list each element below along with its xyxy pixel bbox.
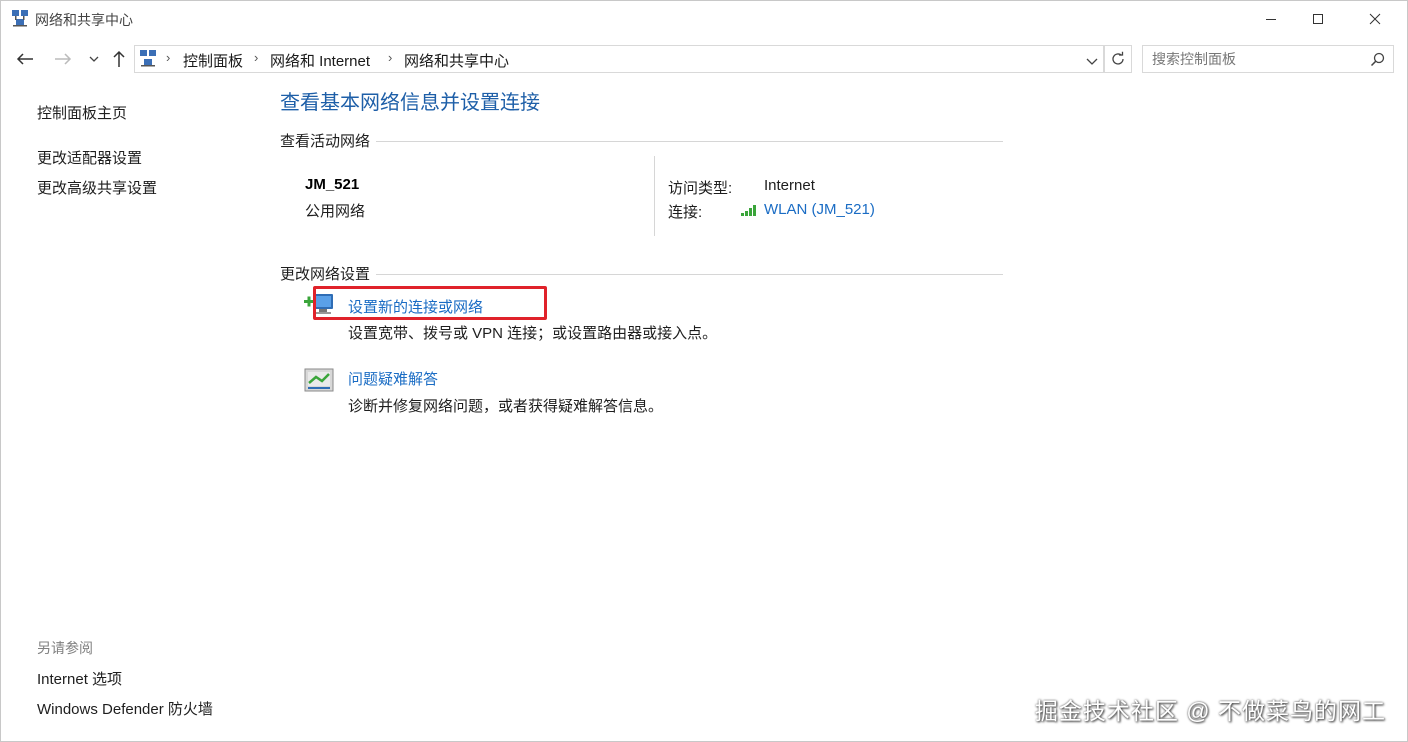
- search-icon[interactable]: [1370, 52, 1385, 67]
- vertical-divider: [654, 156, 655, 236]
- watermark-text: 掘金技术社区 @ 不做菜鸟的网工: [1034, 698, 1386, 724]
- breadcrumb-network-internet[interactable]: 网络和 Internet: [270, 50, 370, 71]
- up-button[interactable]: [108, 48, 130, 70]
- maximize-button[interactable]: [1295, 0, 1341, 38]
- task-setup-new-connection-desc: 设置宽带、拨号或 VPN 连接；或设置路由器或接入点。: [348, 325, 718, 342]
- task-troubleshoot-desc: 诊断并修复网络问题，或者获得疑难解答信息。: [348, 398, 664, 415]
- sidebar-change-advanced-sharing[interactable]: 更改高级共享设置: [37, 177, 157, 198]
- up-arrow-icon: [113, 50, 125, 67]
- connection-link[interactable]: WLAN (JM_521): [764, 201, 875, 218]
- highlight-annotation-box: [313, 286, 547, 320]
- window-frame: [0, 0, 1408, 742]
- close-icon: [1369, 13, 1381, 25]
- network-center-icon: [12, 10, 28, 27]
- address-dropdown-button[interactable]: [1086, 53, 1098, 71]
- access-type-label: 访问类型:: [668, 180, 733, 197]
- breadcrumb-network-sharing-center[interactable]: 网络和共享中心: [404, 50, 509, 71]
- access-type-value: Internet: [764, 177, 815, 194]
- control-panel-icon: [140, 50, 156, 67]
- troubleshoot-icon: [304, 368, 334, 392]
- network-name: JM_521: [305, 176, 360, 193]
- active-networks-label: 查看活动网络: [280, 130, 377, 151]
- refresh-icon: [1112, 51, 1124, 65]
- breadcrumb-chevron-icon[interactable]: ›: [166, 50, 170, 65]
- chevron-down-icon: [89, 56, 99, 62]
- sidebar-windows-defender-firewall[interactable]: Windows Defender 防火墙: [37, 698, 213, 719]
- minimize-icon: [1266, 19, 1276, 20]
- recent-locations-button[interactable]: [83, 48, 105, 70]
- search-input[interactable]: [1152, 50, 1362, 68]
- minimize-button[interactable]: [1248, 0, 1294, 38]
- breadcrumb-chevron-icon[interactable]: ›: [388, 50, 392, 65]
- refresh-button[interactable]: [1104, 45, 1132, 73]
- breadcrumb-chevron-icon[interactable]: ›: [254, 50, 258, 65]
- window-title: 网络和共享中心: [35, 12, 133, 28]
- wifi-signal-icon: [741, 205, 756, 216]
- sidebar-control-panel-home[interactable]: 控制面板主页: [37, 102, 127, 123]
- sidebar-change-adapter-settings[interactable]: 更改适配器设置: [37, 147, 142, 168]
- chevron-down-icon: [1086, 58, 1098, 65]
- page-title: 查看基本网络信息并设置连接: [280, 92, 540, 114]
- forward-button[interactable]: [52, 48, 74, 70]
- search-box[interactable]: [1142, 45, 1394, 73]
- section-divider: [280, 274, 1003, 275]
- back-arrow-icon: [16, 53, 33, 65]
- maximize-icon: [1313, 14, 1323, 24]
- back-button[interactable]: [14, 48, 36, 70]
- section-divider: [280, 141, 1003, 142]
- breadcrumb-control-panel[interactable]: 控制面板: [183, 50, 243, 71]
- connection-label: 连接:: [668, 204, 703, 221]
- task-troubleshoot[interactable]: 问题疑难解答: [348, 368, 438, 389]
- network-type: 公用网络: [305, 203, 366, 220]
- close-button[interactable]: [1352, 0, 1398, 38]
- forward-arrow-icon: [55, 53, 72, 65]
- change-settings-label: 更改网络设置: [280, 263, 377, 284]
- see-also-header: 另请参阅: [37, 640, 93, 656]
- sidebar-internet-options[interactable]: Internet 选项: [37, 668, 122, 689]
